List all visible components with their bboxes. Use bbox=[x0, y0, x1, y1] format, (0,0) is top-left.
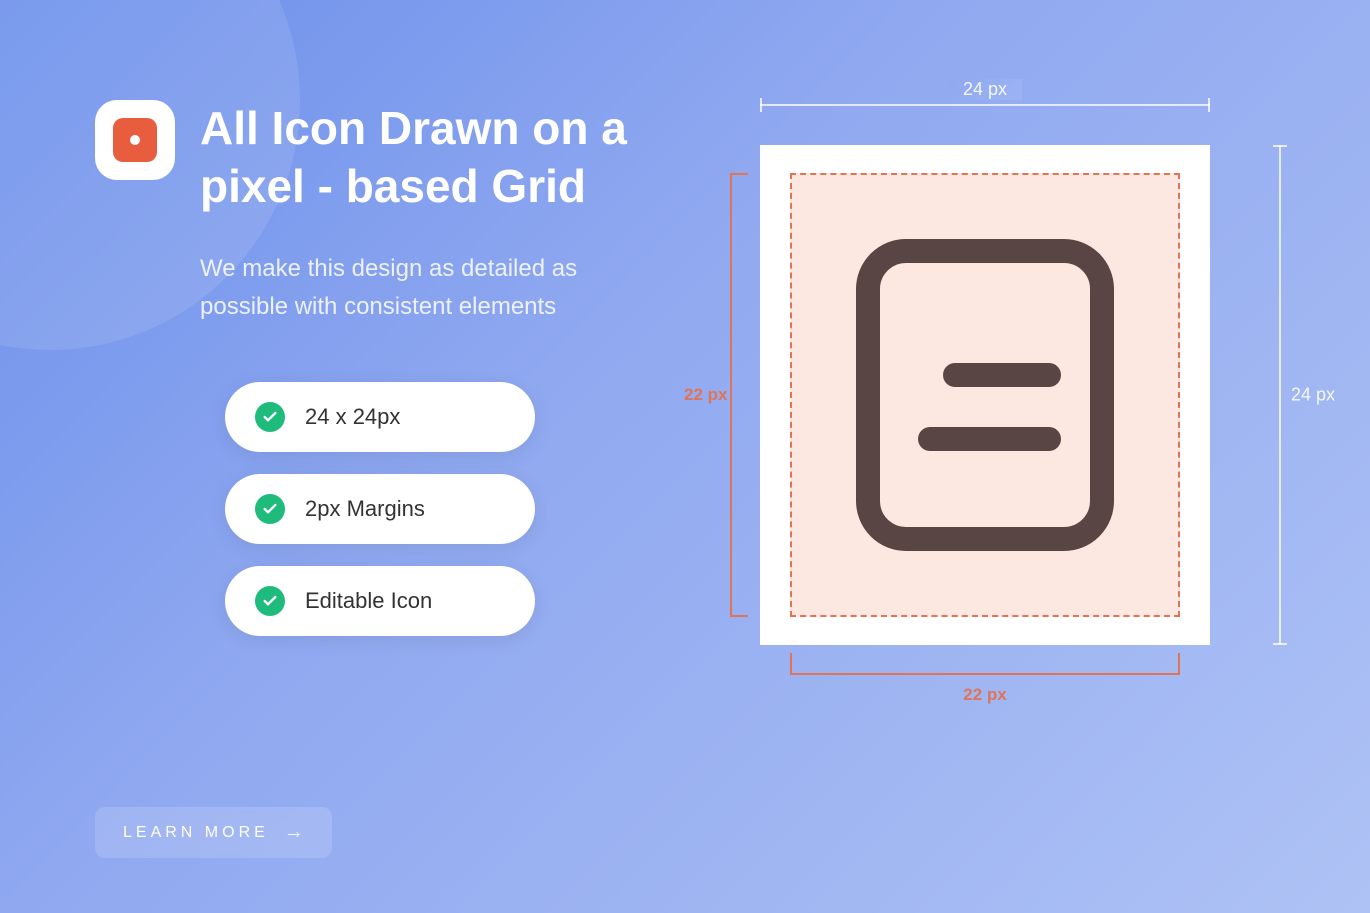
icon-artboard bbox=[760, 145, 1210, 645]
feature-item-editable: Editable Icon bbox=[225, 566, 535, 636]
right-ruler-line bbox=[1279, 145, 1281, 645]
logo-box bbox=[95, 100, 175, 180]
doc-line-icon bbox=[943, 363, 1061, 387]
learn-more-button[interactable]: LEARN MORE → bbox=[95, 807, 332, 858]
left-bracket: 22 px bbox=[730, 173, 748, 617]
doc-line-icon bbox=[918, 427, 1061, 451]
learn-more-label: LEARN MORE bbox=[123, 824, 269, 842]
features-list: 24 x 24px 2px Margins Editable Icon bbox=[225, 382, 655, 636]
check-icon bbox=[255, 494, 285, 524]
document-icon bbox=[856, 239, 1114, 551]
inner-height-label: 22 px bbox=[684, 385, 727, 405]
feature-label: 24 x 24px bbox=[305, 404, 400, 430]
feature-item-size: 24 x 24px bbox=[225, 382, 535, 452]
top-ruler-line bbox=[760, 104, 1210, 106]
check-icon bbox=[255, 402, 285, 432]
outer-width-label: 24 px bbox=[948, 79, 1022, 100]
right-ruler: 24 px bbox=[1265, 145, 1295, 645]
safe-area bbox=[790, 173, 1180, 617]
content-area: All Icon Drawn on a pixel - based Grid W… bbox=[95, 100, 655, 636]
feature-label: Editable Icon bbox=[305, 588, 432, 614]
arrow-right-icon: → bbox=[284, 821, 304, 844]
page-subtitle: We make this design as detailed as possi… bbox=[200, 250, 655, 327]
inner-width-label: 22 px bbox=[963, 685, 1006, 705]
bottom-bracket: 22 px bbox=[790, 653, 1180, 675]
grid-diagram: 24 px 24 px 22 px 22 px bbox=[715, 90, 1295, 710]
logo-dot bbox=[130, 135, 140, 145]
page-title: All Icon Drawn on a pixel - based Grid bbox=[200, 100, 655, 215]
check-icon bbox=[255, 586, 285, 616]
feature-label: 2px Margins bbox=[305, 496, 425, 522]
header-row: All Icon Drawn on a pixel - based Grid bbox=[95, 100, 655, 215]
outer-height-label: 24 px bbox=[1291, 385, 1335, 406]
logo-icon bbox=[113, 118, 157, 162]
feature-item-margins: 2px Margins bbox=[225, 474, 535, 544]
top-ruler: 24 px bbox=[760, 90, 1210, 120]
